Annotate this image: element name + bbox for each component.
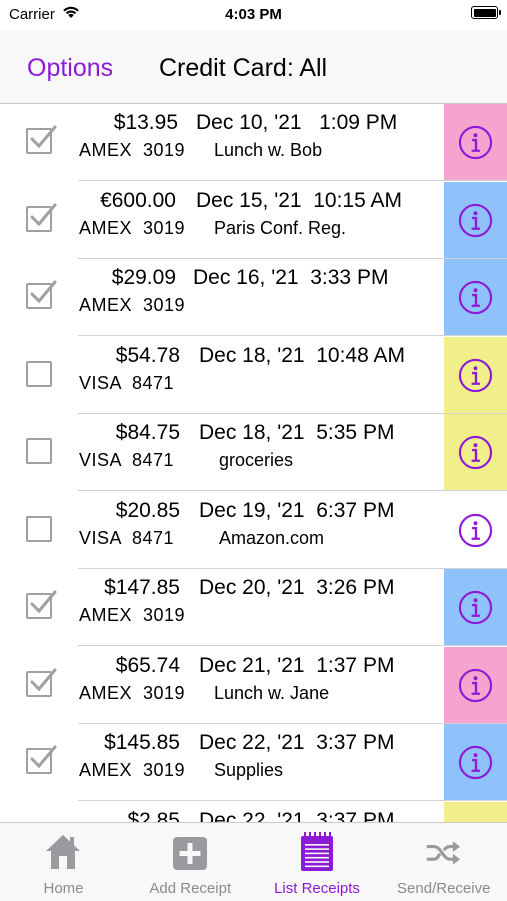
color-tag-cell bbox=[444, 181, 507, 258]
color-tag-cell bbox=[444, 104, 507, 180]
receipt-amount: $13.95 bbox=[113, 111, 178, 134]
receipt-amount: $2.85 bbox=[127, 808, 180, 823]
clock: 4:03 PM bbox=[225, 6, 282, 23]
tab-label: Add Receipt bbox=[149, 880, 232, 897]
info-icon[interactable] bbox=[458, 668, 493, 703]
receipt-note: Lunch w. Bob bbox=[214, 140, 323, 160]
receipt-row[interactable]: $2.85 Dec 22, '21 3:37 PM bbox=[0, 801, 507, 823]
tab-add-receipt[interactable]: Add Receipt bbox=[127, 823, 254, 901]
receipt-amount: €600.00 bbox=[100, 188, 176, 212]
info-icon[interactable] bbox=[458, 435, 493, 470]
info-icon[interactable] bbox=[458, 280, 493, 315]
receipt-date: Dec 22, '21 3:37 PM bbox=[199, 731, 395, 754]
checkbox-checked[interactable] bbox=[26, 125, 57, 154]
checkbox-checked[interactable] bbox=[26, 745, 57, 774]
color-tag-cell bbox=[444, 491, 507, 568]
shuffle-icon bbox=[427, 841, 461, 865]
receipt-card: VISA 8471 bbox=[79, 527, 175, 548]
receipt-date: Dec 21, '21 1:37 PM bbox=[199, 653, 395, 677]
checkbox-checked[interactable] bbox=[26, 280, 57, 309]
receipt-amount: $29.09 bbox=[111, 266, 176, 289]
receipt-date: Dec 20, '21 3:26 PM bbox=[199, 576, 395, 599]
receipt-card: AMEX 3019 bbox=[79, 682, 186, 703]
receipt-date: Dec 18, '21 10:48 AM bbox=[199, 343, 405, 367]
info-icon[interactable] bbox=[458, 513, 493, 548]
receipt-note: Lunch w. Jane bbox=[214, 682, 330, 703]
checkmark-icon bbox=[30, 590, 57, 614]
tab-label: Send/Receive bbox=[397, 880, 491, 897]
receipt-card: AMEX 3019 bbox=[79, 760, 186, 780]
checkbox-checked[interactable] bbox=[26, 668, 57, 697]
color-tag-cell bbox=[444, 336, 507, 413]
options-button[interactable]: Options bbox=[27, 54, 113, 83]
color-tag-cell bbox=[444, 569, 507, 645]
receipt-note: Supplies bbox=[214, 760, 284, 780]
tab-label: Home bbox=[43, 880, 84, 897]
checkmark-icon bbox=[30, 668, 57, 691]
receipt-amount: $65.74 bbox=[115, 653, 180, 677]
info-icon[interactable] bbox=[458, 590, 493, 625]
info-icon[interactable] bbox=[458, 125, 493, 160]
checkmark-icon bbox=[30, 280, 57, 304]
receipt-date: Dec 18, '21 5:35 PM bbox=[199, 421, 395, 444]
page-title: Credit Card: All bbox=[159, 54, 328, 82]
tab-list-receipts[interactable]: List Receipts bbox=[254, 823, 381, 901]
receipt-note: Amazon.com bbox=[219, 527, 325, 548]
checkmark-icon bbox=[30, 125, 57, 149]
color-tag-cell bbox=[444, 259, 507, 335]
battery-icon bbox=[471, 6, 501, 19]
home-icon bbox=[46, 835, 80, 869]
info-icon[interactable] bbox=[458, 203, 493, 238]
receipt-card: VISA 8471 bbox=[79, 450, 175, 470]
color-tag-cell bbox=[444, 646, 507, 723]
receipt-row[interactable]: $84.75 Dec 18, '21 5:35 PM VISA 8471 grocer… bbox=[0, 414, 507, 491]
receipt-card: AMEX 3019 bbox=[79, 295, 186, 315]
receipt-amount: $147.85 bbox=[104, 576, 180, 599]
receipt-note: groceries bbox=[219, 450, 294, 470]
tab-send-receive[interactable]: Send/Receive bbox=[380, 823, 507, 901]
navigation-bar: Options Credit Card: All bbox=[0, 30, 507, 104]
tab-label: List Receipts bbox=[274, 880, 360, 897]
receipt-row[interactable]: $147.85 Dec 20, '21 3:26 PM AMEX 3019 bbox=[0, 569, 507, 646]
tab-bar: Home Add Receipt List Receipts Send/Receive bbox=[0, 822, 507, 901]
checkmark-icon bbox=[30, 745, 57, 769]
receipt-row[interactable]: €600.00 Dec 15, '21 10:15 AM AMEX 3019 Pari… bbox=[0, 181, 507, 259]
receipt-amount: $145.85 bbox=[104, 731, 180, 754]
receipt-row[interactable]: $145.85 Dec 22, '21 3:37 PM AMEX 3019 Suppl… bbox=[0, 724, 507, 801]
checkmark-icon bbox=[30, 203, 57, 226]
receipt-row[interactable]: $65.74 Dec 21, '21 1:37 PM AMEX 3019 Lunch … bbox=[0, 646, 507, 724]
status-bar: Carrier 4:03 PM bbox=[0, 0, 507, 30]
color-tag-cell bbox=[444, 801, 507, 822]
receipt-date: Dec 15, '21 10:15 AM bbox=[196, 188, 402, 212]
receipt-row[interactable]: $29.09 Dec 16, '21 3:33 PM AMEX 3019 bbox=[0, 259, 507, 336]
receipt-date: Dec 19, '21 6:37 PM bbox=[199, 498, 395, 522]
notepad-icon bbox=[300, 832, 333, 871]
checkbox-unchecked[interactable] bbox=[26, 515, 52, 542]
checkbox-unchecked[interactable] bbox=[26, 360, 52, 387]
receipt-amount: $20.85 bbox=[115, 498, 180, 522]
receipt-row[interactable]: $13.95 Dec 10, '21 1:09 PM AMEX 3019 Lunch … bbox=[0, 104, 507, 181]
color-tag-cell bbox=[444, 724, 507, 800]
checkbox-unchecked[interactable] bbox=[26, 438, 52, 464]
receipt-card: AMEX 3019 bbox=[79, 140, 186, 160]
receipt-date: Dec 10, '21 1:09 PM bbox=[196, 111, 398, 134]
tab-home[interactable]: Home bbox=[0, 823, 127, 901]
checkbox-checked[interactable] bbox=[26, 590, 57, 619]
info-icon[interactable] bbox=[458, 358, 493, 393]
receipt-amount: $54.78 bbox=[115, 343, 180, 367]
color-tag-cell bbox=[444, 414, 507, 490]
receipt-card: AMEX 3019 bbox=[79, 605, 186, 625]
receipt-row[interactable]: $54.78 Dec 18, '21 10:48 AM VISA 8471 bbox=[0, 336, 507, 414]
receipt-card: VISA 8471 bbox=[79, 372, 175, 393]
add-receipt-icon bbox=[172, 837, 207, 870]
receipt-date: Dec 16, '21 3:33 PM bbox=[193, 266, 389, 289]
receipt-row[interactable]: $20.85 Dec 19, '21 6:37 PM VISA 8471 Amazon… bbox=[0, 491, 507, 569]
receipt-amount: $84.75 bbox=[115, 421, 180, 444]
info-icon[interactable] bbox=[458, 745, 493, 780]
checkbox-checked[interactable] bbox=[26, 203, 57, 232]
receipt-list[interactable]: $13.95 Dec 10, '21 1:09 PM AMEX 3019 Lunch … bbox=[0, 104, 507, 822]
receipt-card: AMEX 3019 bbox=[79, 217, 186, 238]
receipt-note: Paris Conf. Reg. bbox=[214, 217, 347, 238]
receipt-date: Dec 22, '21 3:37 PM bbox=[199, 808, 395, 823]
